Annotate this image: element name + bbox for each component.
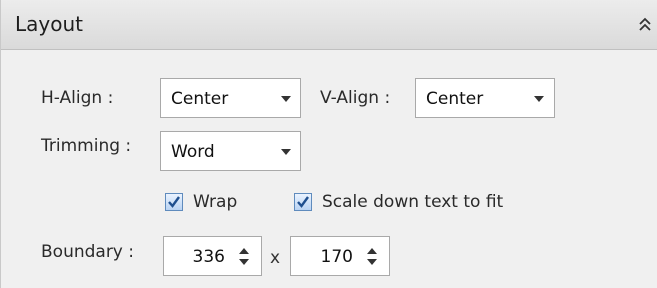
valign-value: Center [426, 89, 484, 109]
wrap-label[interactable]: Wrap [193, 192, 237, 212]
chevron-down-icon [534, 96, 544, 102]
boundary-height-value: 170 [320, 247, 353, 267]
chevron-down-icon [281, 96, 291, 102]
trimming-label: Trimming : [41, 136, 132, 156]
trimming-value: Word [171, 142, 215, 162]
layout-panel: Layout H-Align : Center V-Align : Center… [0, 0, 657, 288]
wrap-checkbox[interactable] [165, 193, 183, 211]
halign-select[interactable]: Center [160, 78, 301, 118]
scale-down-checkbox[interactable] [294, 193, 312, 211]
double-chevron-up-icon[interactable] [637, 15, 653, 35]
boundary-separator: x [270, 248, 281, 268]
spin-up-down-icon[interactable] [365, 246, 379, 268]
panel-title: Layout [15, 12, 83, 36]
halign-label: H-Align : [41, 88, 114, 108]
panel-header[interactable]: Layout [1, 0, 657, 50]
chevron-down-icon [281, 149, 291, 155]
scale-down-label[interactable]: Scale down text to fit [322, 192, 503, 212]
checkmark-icon [297, 196, 309, 208]
checkmark-icon [168, 196, 180, 208]
valign-select[interactable]: Center [415, 78, 555, 118]
boundary-width-input[interactable]: 336 [163, 236, 262, 276]
trimming-select[interactable]: Word [160, 131, 301, 171]
valign-label: V-Align : [320, 88, 391, 108]
halign-value: Center [171, 89, 229, 109]
boundary-height-input[interactable]: 170 [290, 236, 390, 276]
boundary-width-value: 336 [192, 247, 225, 267]
boundary-label: Boundary : [41, 242, 135, 262]
spin-up-down-icon[interactable] [237, 246, 251, 268]
